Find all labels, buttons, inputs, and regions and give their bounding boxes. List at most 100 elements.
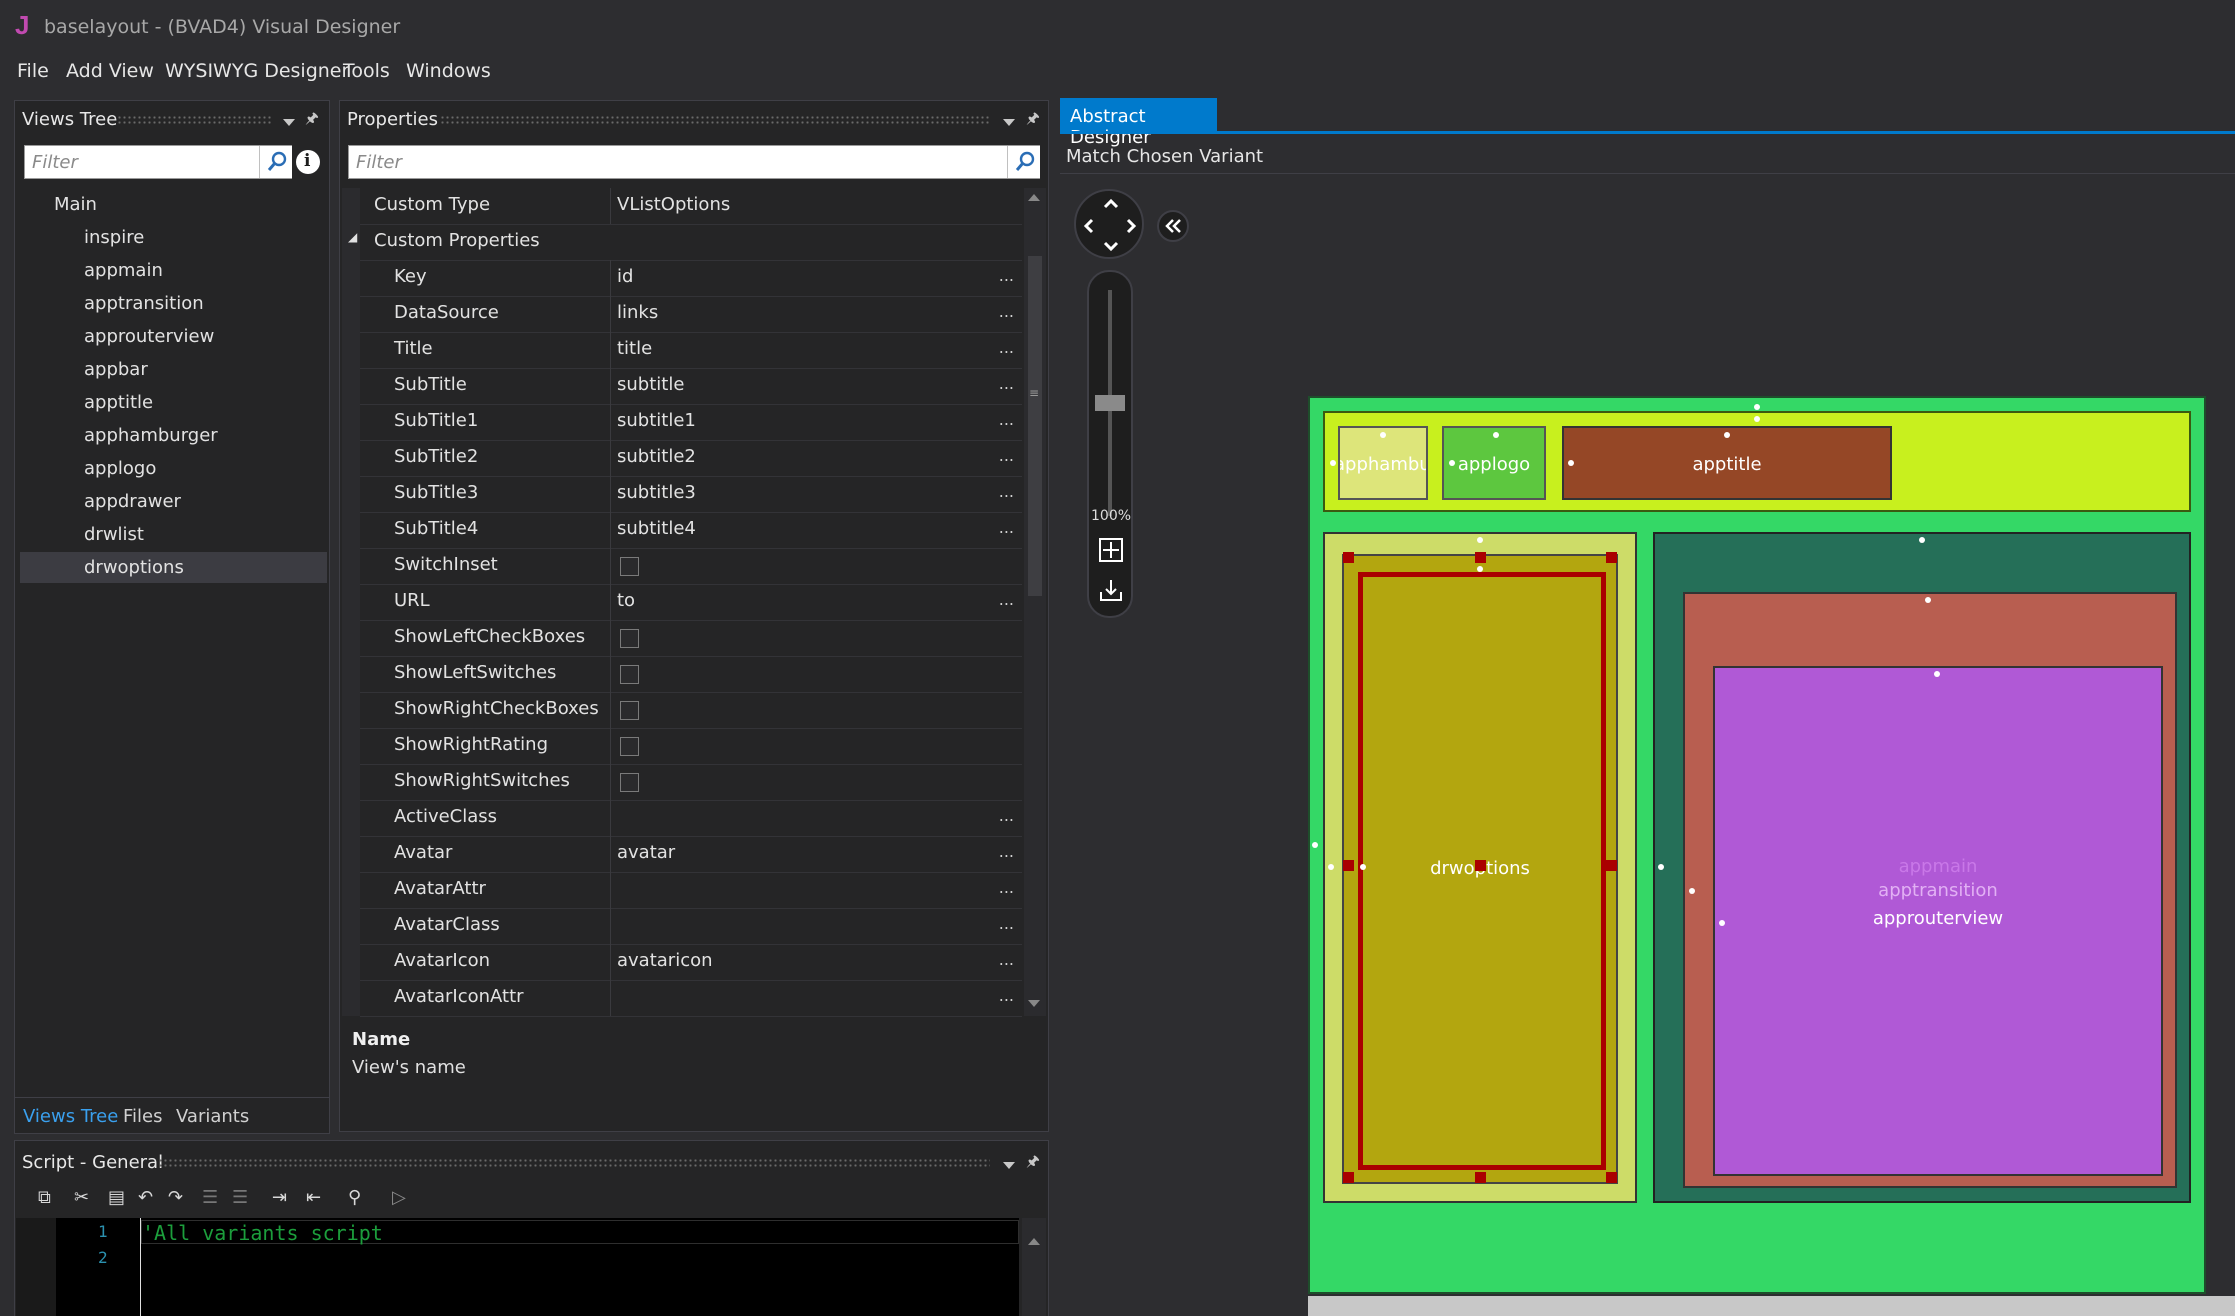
- tree-item[interactable]: apptitle: [84, 392, 153, 413]
- property-checkbox[interactable]: [620, 773, 639, 792]
- tab-files[interactable]: Files: [123, 1106, 163, 1127]
- anchor-dot[interactable]: [1754, 404, 1760, 410]
- resize-handle[interactable]: [1606, 1172, 1617, 1183]
- editor-scrollbar[interactable]: [1022, 1218, 1046, 1316]
- properties-scrollbar[interactable]: ≡: [1024, 188, 1046, 1016]
- tree-item[interactable]: applogo: [84, 458, 156, 479]
- property-value[interactable]: subtitle: [617, 374, 684, 395]
- tree-item[interactable]: approuterview: [84, 326, 214, 347]
- property-checkbox[interactable]: [620, 665, 639, 684]
- view-approuterview[interactable]: appmain apptransition approuterview: [1713, 666, 2163, 1176]
- find-icon[interactable]: ⚲: [348, 1187, 361, 1208]
- property-row[interactable]: AvatarClass...: [360, 908, 1022, 945]
- property-checkbox[interactable]: [620, 737, 639, 756]
- code-editor[interactable]: 1 2 'All variants script: [16, 1218, 1019, 1316]
- pin-icon[interactable]: 🖈: [1026, 108, 1040, 133]
- anchor-dot[interactable]: [1925, 597, 1931, 603]
- ellipsis-button[interactable]: ...: [999, 374, 1014, 393]
- search-button[interactable]: [1007, 146, 1040, 178]
- ellipsis-button[interactable]: ...: [999, 482, 1014, 501]
- outdent-icon[interactable]: ⇤: [306, 1187, 321, 1208]
- anchor-dot[interactable]: [1724, 432, 1730, 438]
- menu-windows[interactable]: Windows: [406, 60, 491, 82]
- property-row[interactable]: ActiveClass...: [360, 800, 1022, 837]
- property-row[interactable]: Avatar avatar...: [360, 836, 1022, 873]
- ellipsis-button[interactable]: ...: [999, 266, 1014, 285]
- cut-icon[interactable]: ✂: [74, 1187, 89, 1208]
- property-section[interactable]: ◢ Custom Properties: [348, 224, 1022, 261]
- collapse-triangle-icon[interactable]: ◢: [348, 230, 357, 244]
- anchor-dot[interactable]: [1568, 460, 1574, 466]
- resize-handle[interactable]: [1475, 860, 1486, 871]
- chevron-down-icon[interactable]: [1003, 1162, 1015, 1169]
- tree-item[interactable]: drwlist: [84, 524, 144, 545]
- menu-add-view[interactable]: Add View: [66, 60, 154, 82]
- scroll-up-icon[interactable]: [1028, 194, 1040, 201]
- anchor-dot[interactable]: [1330, 460, 1336, 466]
- menu-file[interactable]: File: [17, 60, 49, 82]
- resize-handle[interactable]: [1606, 552, 1617, 563]
- comment-icon[interactable]: ☰: [202, 1187, 218, 1208]
- property-row[interactable]: SubTitle2 subtitle2...: [360, 440, 1022, 477]
- code-line[interactable]: 'All variants script: [142, 1221, 383, 1245]
- resize-handle[interactable]: [1475, 552, 1486, 563]
- property-row[interactable]: AvatarAttr...: [360, 872, 1022, 909]
- property-row[interactable]: AvatarIconAttr...: [360, 980, 1022, 1017]
- property-checkbox[interactable]: [620, 629, 639, 648]
- scroll-thumb[interactable]: ≡: [1028, 256, 1042, 596]
- fit-to-screen-icon[interactable]: [1097, 536, 1125, 564]
- ellipsis-button[interactable]: ...: [999, 986, 1014, 1005]
- anchor-dot[interactable]: [1477, 566, 1483, 572]
- property-row[interactable]: ShowRightRating: [360, 728, 1022, 765]
- property-row[interactable]: DataSource links...: [360, 296, 1022, 333]
- ellipsis-button[interactable]: ...: [999, 950, 1014, 969]
- property-row[interactable]: ShowLeftSwitches: [360, 656, 1022, 693]
- property-row[interactable]: URL to...: [360, 584, 1022, 621]
- anchor-dot[interactable]: [1312, 842, 1318, 848]
- pin-icon[interactable]: 🖈: [1026, 1151, 1040, 1176]
- property-row[interactable]: Title title...: [360, 332, 1022, 369]
- resize-handle[interactable]: [1343, 1172, 1354, 1183]
- tree-item-main[interactable]: Main: [54, 194, 97, 215]
- tree-item[interactable]: apphamburger: [84, 425, 218, 446]
- ellipsis-button[interactable]: ...: [999, 302, 1014, 321]
- resize-handle[interactable]: [1475, 1172, 1486, 1183]
- undo-icon[interactable]: ↶: [138, 1187, 153, 1208]
- panel-grip[interactable]: [158, 1158, 990, 1168]
- ellipsis-button[interactable]: ...: [999, 842, 1014, 861]
- property-row[interactable]: SwitchInset: [360, 548, 1022, 585]
- property-row[interactable]: SubTitle1 subtitle1...: [360, 404, 1022, 441]
- property-value[interactable]: id: [617, 266, 633, 287]
- anchor-dot[interactable]: [1754, 416, 1760, 422]
- search-button[interactable]: [259, 146, 292, 178]
- anchor-dot[interactable]: [1658, 864, 1664, 870]
- indent-icon[interactable]: ⇥: [272, 1187, 287, 1208]
- tree-item[interactable]: apptransition: [84, 293, 204, 314]
- ellipsis-button[interactable]: ...: [999, 338, 1014, 357]
- panel-grip[interactable]: [117, 115, 272, 125]
- property-value[interactable]: subtitle3: [617, 482, 696, 503]
- ellipsis-button[interactable]: ...: [999, 806, 1014, 825]
- info-icon[interactable]: i: [296, 150, 320, 174]
- export-icon[interactable]: [1097, 576, 1125, 604]
- navigation-pad[interactable]: [1074, 189, 1144, 259]
- menu-tools[interactable]: Tools: [343, 60, 390, 82]
- ellipsis-button[interactable]: ...: [999, 878, 1014, 897]
- chevron-down-icon[interactable]: [283, 119, 295, 126]
- scroll-down-icon[interactable]: [1028, 1000, 1040, 1007]
- views-tree-filter[interactable]: Filter: [24, 145, 292, 179]
- tab-views-tree[interactable]: Views Tree: [23, 1106, 118, 1127]
- anchor-dot[interactable]: [1477, 537, 1483, 543]
- zoom-slider[interactable]: 100%: [1087, 270, 1133, 618]
- ellipsis-button[interactable]: ...: [999, 518, 1014, 537]
- zoom-thumb[interactable]: [1095, 395, 1125, 411]
- tab-variants[interactable]: Variants: [176, 1106, 249, 1127]
- anchor-dot[interactable]: [1934, 671, 1940, 677]
- anchor-dot[interactable]: [1689, 888, 1695, 894]
- paste-icon[interactable]: ▤: [108, 1187, 125, 1208]
- property-value[interactable]: links: [617, 302, 658, 323]
- property-value[interactable]: title: [617, 338, 652, 359]
- anchor-dot[interactable]: [1493, 432, 1499, 438]
- property-row[interactable]: Custom Type VListOptions: [360, 188, 1022, 225]
- tree-item[interactable]: appdrawer: [84, 491, 181, 512]
